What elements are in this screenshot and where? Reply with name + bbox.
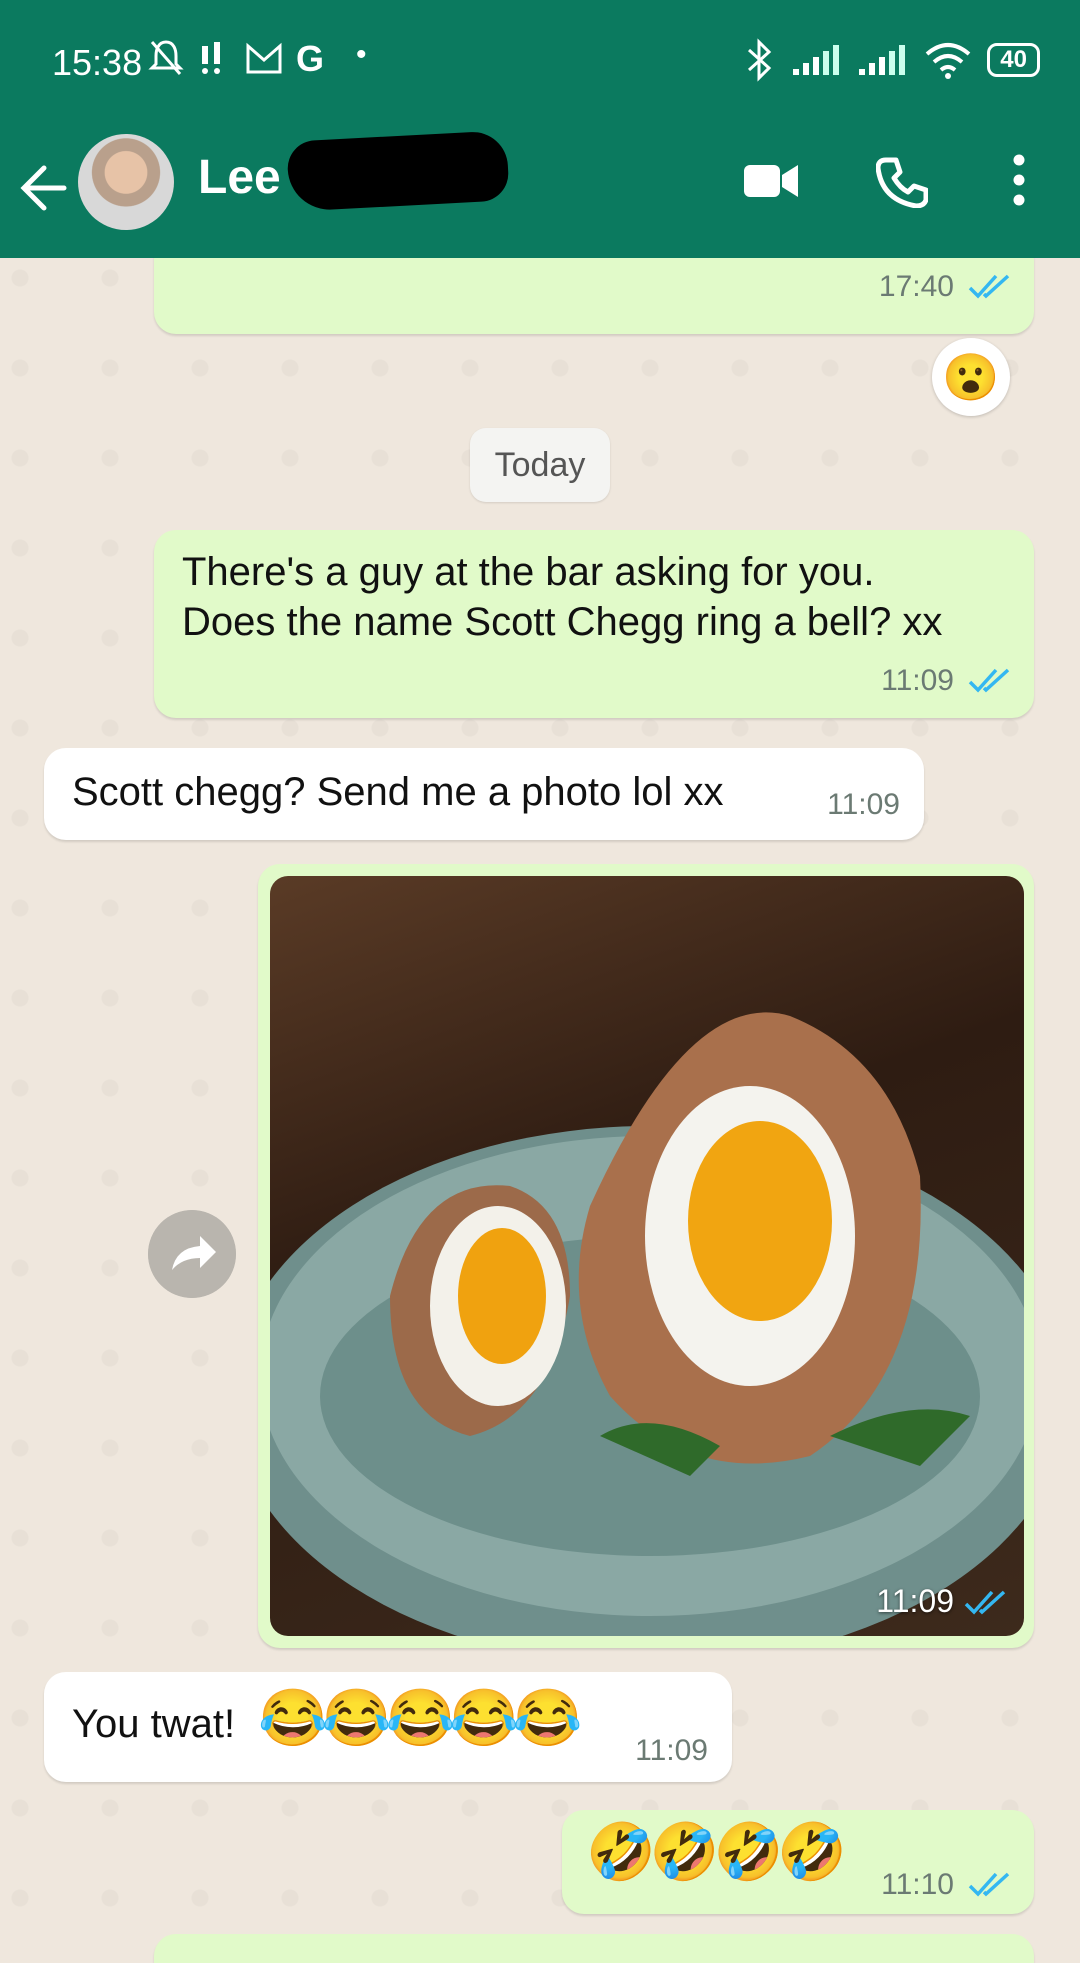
contact-name[interactable]: Lee (198, 150, 281, 205)
read-ticks-icon (968, 1872, 1010, 1897)
status-bar: 15:38 G • 40 (0, 0, 1080, 128)
read-ticks-icon (964, 1590, 1006, 1615)
message-bubble-incoming[interactable]: Scott chegg? Send me a photo lol xx 11:0… (44, 748, 924, 840)
notification-icon (202, 42, 220, 74)
reaction-emoji[interactable]: 😮 (932, 338, 1010, 416)
message-text: Scott chegg? Send me a photo lol xx (72, 770, 724, 814)
message-time: 11:09 (876, 1583, 954, 1619)
message-bubble-outgoing[interactable]: There's a guy at the bar asking for you.… (154, 530, 1034, 718)
chat-header: Lee (0, 128, 1080, 258)
message-emojis: 🤣🤣🤣🤣 (586, 1820, 847, 1883)
message-time: 11:10 (881, 1868, 954, 1901)
photo-illustration (270, 1012, 1024, 1636)
message-time: 17:40 (878, 270, 954, 303)
more-vert-icon[interactable] (1008, 154, 1030, 206)
day-separator: Today (470, 428, 610, 502)
wifi-icon (925, 43, 971, 79)
scotch-egg-photo[interactable]: 11:09 (270, 876, 1024, 1636)
redaction-mark (286, 130, 510, 212)
message-text: You twat! (72, 1702, 236, 1746)
read-ticks-icon (968, 274, 1010, 299)
message-emojis: 😂😂😂😂😂 (258, 1686, 583, 1749)
contact-avatar[interactable] (78, 134, 174, 230)
message-bubble-next-partial[interactable] (154, 1934, 1034, 1963)
more-notifications-dot: • (356, 38, 367, 71)
signal-icon (793, 45, 840, 75)
google-icon: G (296, 38, 325, 79)
read-ticks-icon (968, 668, 1010, 693)
message-time: 11:09 (635, 1734, 708, 1767)
message-time: 11:09 (827, 788, 900, 821)
signal-icon-2 (859, 45, 906, 75)
status-time: 15:38 (52, 42, 143, 83)
message-text: Does the name Scott Chegg ring a bell? x… (182, 600, 943, 644)
video-call-icon[interactable] (742, 161, 800, 201)
mute-icon (148, 40, 184, 75)
phone-call-icon[interactable] (876, 156, 928, 208)
message-bubble-outgoing[interactable]: 🤣🤣🤣🤣 11:10 (562, 1810, 1034, 1914)
chat-area[interactable]: 17:40 😮 Today There's a guy at the bar a… (0, 258, 1080, 1963)
message-time: 11:09 (881, 664, 954, 697)
bluetooth-icon (748, 38, 772, 82)
message-bubble-previous[interactable]: 17:40 (154, 258, 1034, 334)
battery-indicator: 40 (987, 43, 1040, 77)
back-arrow-icon[interactable] (20, 158, 70, 218)
message-bubble-incoming[interactable]: You twat! 😂😂😂😂😂 11:09 (44, 1672, 732, 1782)
forward-icon[interactable] (148, 1210, 236, 1298)
gmail-icon (246, 42, 282, 74)
message-text: There's a guy at the bar asking for you. (182, 550, 875, 594)
